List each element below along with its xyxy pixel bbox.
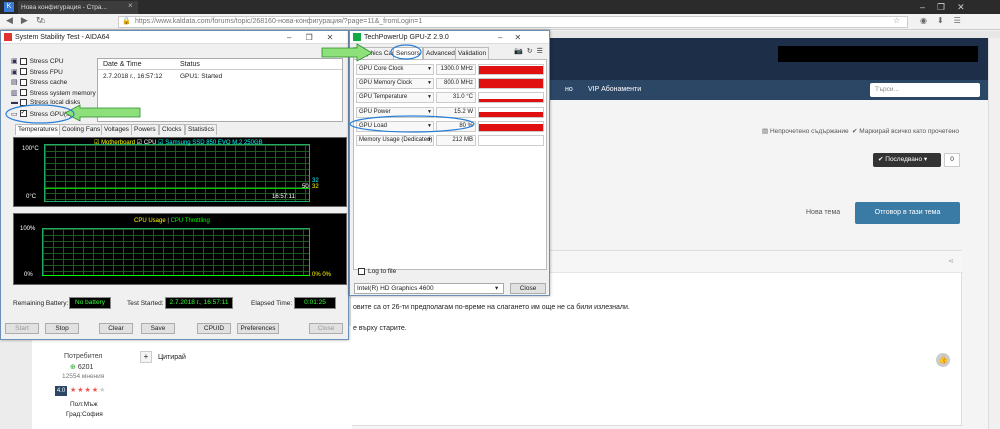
highlight-stress-gpu [5,104,75,124]
highlight-sensors-tab [390,44,422,60]
arrow-shape-stress-gpu [64,104,141,122]
highlight-gpu-load [349,115,475,133]
green-arrow-sensors [321,43,373,62]
green-arrow-gpu [64,104,141,122]
annotation-overlay [5,43,475,133]
arrow-shape-sensors [321,43,373,62]
